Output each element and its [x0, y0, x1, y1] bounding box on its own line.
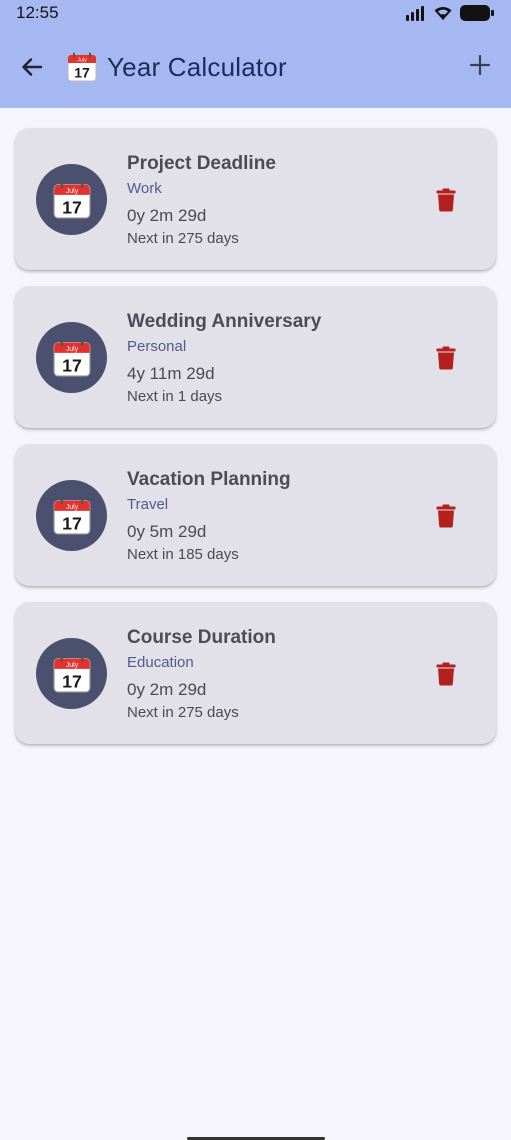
avatar: July 17 [36, 164, 107, 235]
svg-text:17: 17 [62, 197, 82, 217]
svg-text:17: 17 [62, 513, 82, 533]
app-bar: July 17 Year Calculator [0, 26, 511, 108]
avatar: July 17 [36, 638, 107, 709]
item-title: Project Deadline [127, 153, 276, 174]
page-title: Year Calculator [107, 51, 287, 82]
status-time: 12:55 [16, 3, 59, 22]
wifi-icon [434, 6, 452, 20]
svg-text:17: 17 [62, 671, 82, 691]
svg-text:July: July [65, 662, 78, 669]
svg-text:17: 17 [74, 65, 90, 81]
back-button[interactable] [17, 52, 47, 82]
title-wrap: July 17 Year Calculator [67, 52, 287, 83]
calendar-icon: July 17 [53, 655, 90, 692]
item-category: Travel [127, 496, 169, 513]
item-duration: 4y 11m 29d [127, 364, 215, 383]
status-icons [405, 4, 495, 22]
trash-icon [436, 346, 456, 370]
list-item[interactable]: July 17 Vacation Planning Travel 0y 5m 2… [15, 444, 496, 586]
trash-icon [436, 662, 456, 686]
delete-button[interactable] [434, 661, 458, 687]
trash-icon [436, 188, 456, 212]
list-item[interactable]: July 17 Wedding Anniversary Personal 4y … [15, 286, 496, 428]
item-duration: 0y 2m 29d [127, 680, 207, 699]
item-title: Wedding Anniversary [127, 311, 322, 332]
card-text: Project Deadline Work 0y 2m 29d Next in … [127, 152, 276, 248]
signal-icon [406, 6, 424, 21]
item-next-occurrence: Next in 275 days [127, 230, 239, 247]
calendar-icon: July 17 [53, 497, 90, 534]
svg-text:July: July [65, 346, 78, 353]
plus-icon [469, 54, 491, 76]
list-item[interactable]: July 17 Course Duration Education 0y 2m … [15, 602, 496, 744]
trash-icon [436, 504, 456, 528]
item-next-occurrence: Next in 275 days [127, 704, 239, 721]
svg-text:July: July [65, 188, 78, 195]
item-duration: 0y 5m 29d [127, 522, 207, 541]
delete-button[interactable] [434, 503, 458, 529]
battery-icon [460, 5, 494, 21]
delete-button[interactable] [434, 187, 458, 213]
svg-text:July: July [65, 504, 78, 511]
item-category: Work [127, 180, 162, 197]
item-next-occurrence: Next in 185 days [127, 546, 239, 563]
avatar: July 17 [36, 480, 107, 551]
list-item[interactable]: July 17 Project Deadline Work 0y 2m 29d … [15, 128, 496, 270]
svg-text:July: July [77, 58, 87, 64]
status-bar: 12:55 [0, 0, 511, 26]
item-category: Education [127, 654, 194, 671]
item-category: Personal [127, 338, 187, 355]
add-button[interactable] [467, 52, 493, 78]
screen: 12:55 July 17 Year Calculator July 17 Pr… [0, 0, 511, 1140]
calendar-icon: July 17 [67, 52, 97, 82]
avatar: July 17 [36, 322, 107, 393]
calendar-icon: July 17 [53, 181, 90, 218]
card-text: Vacation Planning Travel 0y 5m 29d Next … [127, 468, 291, 564]
item-title: Course Duration [127, 627, 276, 648]
item-title: Vacation Planning [127, 469, 291, 490]
event-list: July 17 Project Deadline Work 0y 2m 29d … [15, 128, 496, 760]
card-text: Wedding Anniversary Personal 4y 11m 29d … [127, 310, 321, 406]
card-text: Course Duration Education 0y 2m 29d Next… [127, 626, 276, 722]
delete-button[interactable] [434, 345, 458, 371]
item-duration: 0y 2m 29d [127, 206, 207, 225]
item-next-occurrence: Next in 1 days [127, 388, 223, 405]
calendar-icon: July 17 [53, 339, 90, 376]
arrow-back-icon [22, 58, 43, 76]
svg-text:17: 17 [62, 355, 82, 375]
